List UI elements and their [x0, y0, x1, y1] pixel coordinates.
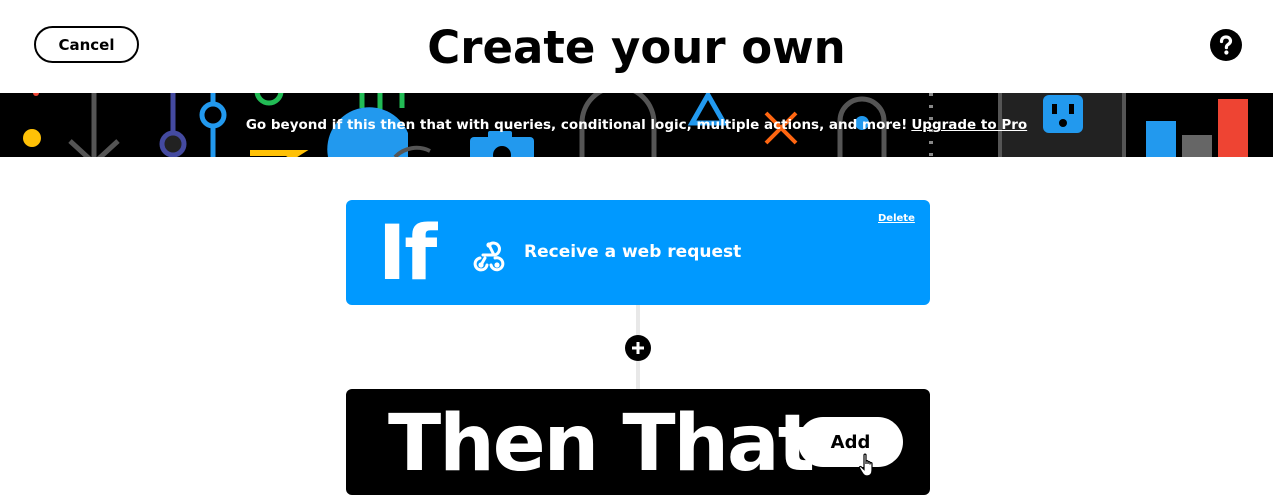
add-step-button[interactable]	[625, 335, 651, 361]
then-action-card: Then That Add	[346, 389, 930, 495]
upgrade-banner: Go beyond if this then that with queries…	[0, 93, 1273, 157]
add-action-button[interactable]: Add	[798, 417, 903, 467]
header: Cancel Create your own	[0, 0, 1273, 93]
if-trigger-card[interactable]: If Receive a web request Delete	[346, 200, 930, 305]
page-title: Create your own	[427, 21, 846, 74]
question-circle-icon[interactable]	[1210, 29, 1242, 61]
upgrade-to-pro-link[interactable]: Upgrade to Pro	[911, 117, 1027, 133]
webhook-icon	[473, 241, 505, 272]
delete-link[interactable]: Delete	[878, 213, 915, 224]
if-keyword: If	[378, 208, 437, 297]
banner-text: Go beyond if this then that with queries…	[0, 93, 1273, 157]
banner-message: Go beyond if this then that with queries…	[245, 117, 908, 133]
plus-icon	[632, 342, 644, 354]
then-keyword: Then That	[388, 399, 815, 489]
hand-cursor-icon	[858, 453, 873, 477]
trigger-label: Receive a web request	[524, 242, 742, 262]
